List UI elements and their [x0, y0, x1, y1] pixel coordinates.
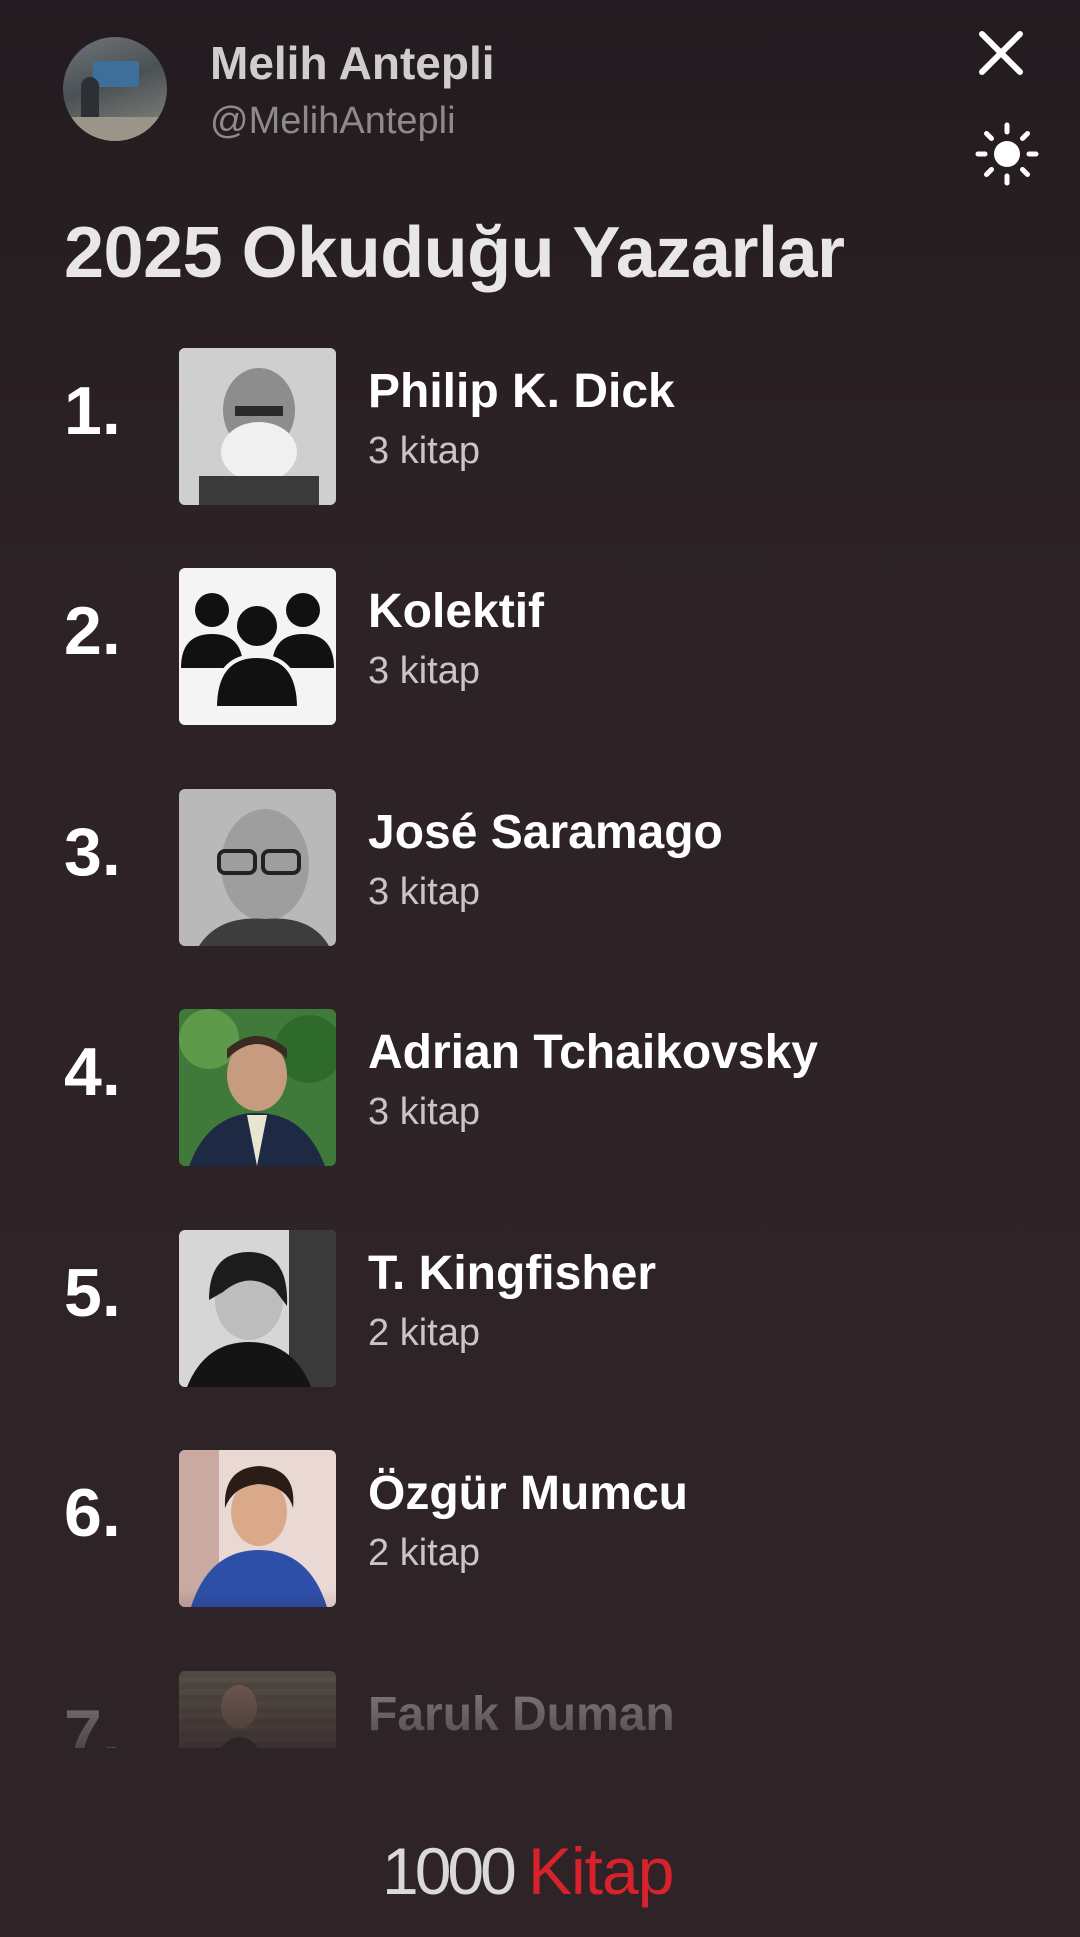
rank-number: 6.: [64, 1475, 121, 1551]
author-row-3[interactable]: 3. José Saramago 3 kitap: [0, 771, 1080, 946]
author-name[interactable]: T. Kingfisher: [368, 1246, 656, 1301]
sun-icon: [975, 122, 1039, 186]
rank-number: 3.: [64, 814, 121, 890]
author-name[interactable]: José Saramago: [368, 805, 723, 860]
group-people-icon: [181, 593, 334, 710]
close-button[interactable]: [972, 24, 1030, 82]
author-photo: [179, 1009, 336, 1166]
author-portrait-image: [179, 1450, 336, 1607]
author-photo: [179, 789, 336, 946]
author-row-2[interactable]: 2. Kolektif 3 kitap: [0, 550, 1080, 725]
author-row-5[interactable]: 5. T. Kingfisher 2 kitap: [0, 1212, 1080, 1387]
book-count: 2 kitap: [368, 1532, 480, 1574]
book-count: 3 kitap: [368, 871, 480, 913]
rank-number: 5.: [64, 1255, 121, 1331]
user-avatar[interactable]: [63, 37, 167, 141]
brand-logo: 1000 Kitap: [380, 1832, 710, 1912]
author-name[interactable]: Philip K. Dick: [368, 364, 675, 419]
author-row-4[interactable]: 4. Adrian Tchaikovsky 3 kitap: [0, 991, 1080, 1166]
author-photo: [179, 1671, 336, 1748]
author-photo: [179, 1450, 336, 1607]
avatar-photo-sign: [93, 61, 139, 87]
author-name[interactable]: Faruk Duman: [368, 1687, 675, 1742]
author-portrait-image: [179, 1009, 336, 1166]
user-name[interactable]: Melih Antepli: [210, 36, 495, 90]
book-count: 2 kitap: [368, 1312, 480, 1354]
author-row-7[interactable]: 7. Faruk Duman: [0, 1653, 1080, 1748]
rank-number: 4.: [64, 1034, 121, 1110]
author-list[interactable]: 1. Philip K. Dick 3 kitap 2. Kolektif 3 …: [0, 330, 1080, 1748]
user-handle[interactable]: @MelihAntepli: [210, 100, 456, 143]
author-portrait-image: [179, 348, 336, 505]
1000kitap-logo: 1000 Kitap: [382, 1834, 674, 1908]
author-portrait-image: [179, 1671, 336, 1748]
author-row-6[interactable]: 6. Özgür Mumcu 2 kitap: [0, 1432, 1080, 1607]
rank-number: 2.: [64, 593, 121, 669]
rank-number: 7.: [64, 1696, 121, 1748]
book-count: 3 kitap: [368, 650, 480, 692]
book-count: 3 kitap: [368, 430, 480, 472]
author-photo: [179, 1230, 336, 1387]
author-portrait-image: [179, 789, 336, 946]
avatar-photo-ground: [63, 117, 167, 141]
author-name[interactable]: Adrian Tchaikovsky: [368, 1025, 818, 1080]
close-icon: [979, 31, 1023, 75]
page-title: 2025 Okuduğu Yazarlar: [64, 213, 845, 293]
author-name[interactable]: Kolektif: [368, 584, 544, 639]
author-name[interactable]: Özgür Mumcu: [368, 1466, 688, 1521]
author-photo: [179, 568, 336, 725]
theme-toggle-button[interactable]: [975, 122, 1039, 186]
logo-word: Kitap: [528, 1834, 673, 1908]
author-row-1[interactable]: 1. Philip K. Dick 3 kitap: [0, 330, 1080, 505]
profile-header: Melih Antepli @MelihAntepli: [0, 0, 1080, 200]
author-photo: [179, 348, 336, 505]
logo-number: 1000: [382, 1834, 515, 1908]
author-portrait-image: [179, 1230, 336, 1387]
rank-number: 1.: [64, 373, 121, 449]
book-count: 3 kitap: [368, 1091, 480, 1133]
